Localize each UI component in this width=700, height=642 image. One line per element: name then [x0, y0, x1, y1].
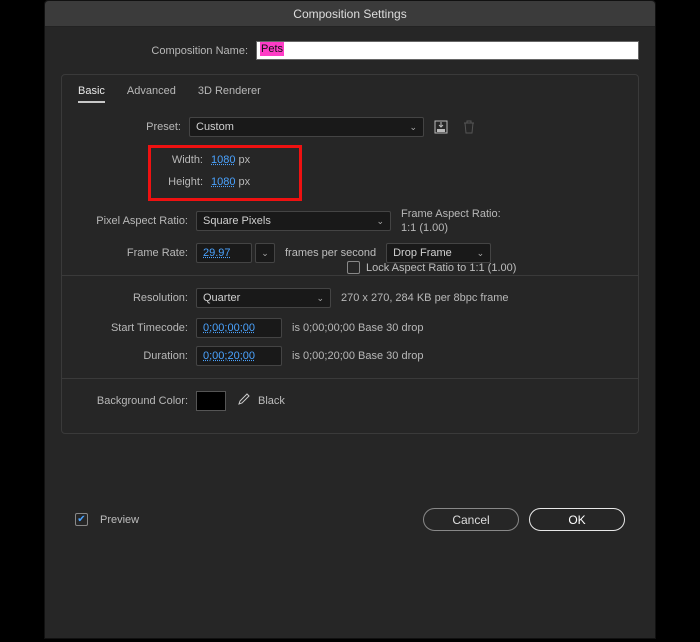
bg-color-swatch[interactable] [196, 391, 226, 411]
framerate-label: Frame Rate: [74, 247, 196, 259]
framerate-chevron[interactable]: ⌄ [255, 243, 275, 263]
composition-name-label: Composition Name: [61, 45, 256, 57]
chevron-down-icon: ⌄ [409, 122, 417, 133]
dimensions-highlight: Width: 1080 px Height: 1080 px [148, 145, 302, 201]
resolution-value: Quarter [203, 292, 240, 304]
height-input[interactable]: 1080 [211, 176, 235, 188]
width-unit: px [238, 154, 250, 166]
start-timecode-input[interactable]: 0;00;00;00 [196, 318, 282, 338]
dropframe-value: Drop Frame [393, 247, 452, 259]
lock-aspect-label: Lock Aspect Ratio to 1:1 (1.00) [366, 262, 516, 274]
cancel-button[interactable]: Cancel [423, 508, 519, 531]
divider [62, 275, 638, 276]
chevron-down-icon: ⌄ [477, 248, 485, 259]
checkmark-icon: ✔ [77, 514, 85, 525]
resolution-info: 270 x 270, 284 KB per 8bpc frame [341, 292, 509, 304]
composition-name-input[interactable]: Pets [256, 41, 639, 60]
titlebar: Composition Settings [45, 1, 655, 27]
divider [62, 378, 638, 379]
composition-settings-dialog: Composition Settings Composition Name: P… [44, 0, 656, 639]
preset-label: Preset: [74, 121, 189, 133]
tab-basic[interactable]: Basic [78, 85, 105, 103]
width-label: Width: [157, 154, 211, 166]
settings-panel: Basic Advanced 3D Renderer Preset: Custo… [61, 74, 639, 434]
preview-label: Preview [100, 514, 139, 526]
preview-checkbox[interactable]: ✔ [75, 513, 88, 526]
tab-3d-renderer[interactable]: 3D Renderer [198, 85, 261, 103]
chevron-down-icon: ⌄ [316, 293, 324, 304]
start-timecode-info: is 0;00;00;00 Base 30 drop [292, 322, 423, 334]
resolution-select[interactable]: Quarter ⌄ [196, 288, 331, 308]
preset-select[interactable]: Custom ⌄ [189, 117, 424, 137]
par-value: Square Pixels [203, 215, 271, 227]
composition-name-value: Pets [260, 42, 284, 56]
frame-aspect-info: Frame Aspect Ratio: 1:1 (1.00) [401, 207, 501, 235]
save-preset-button[interactable] [430, 117, 452, 137]
ok-button[interactable]: OK [529, 508, 625, 531]
par-label: Pixel Aspect Ratio: [74, 215, 196, 227]
framerate-input[interactable]: 29.97 [196, 243, 252, 263]
resolution-label: Resolution: [74, 292, 196, 304]
eyedropper-icon [236, 393, 250, 407]
delete-preset-button [458, 117, 480, 137]
width-input[interactable]: 1080 [211, 154, 235, 166]
tab-strip: Basic Advanced 3D Renderer [78, 85, 626, 103]
bg-color-label: Background Color: [74, 395, 196, 407]
dropframe-select[interactable]: Drop Frame ⌄ [386, 243, 491, 263]
preset-value: Custom [196, 121, 234, 133]
lock-aspect-row: Lock Aspect Ratio to 1:1 (1.00) [347, 261, 516, 274]
start-timecode-label: Start Timecode: [74, 322, 196, 334]
chevron-down-icon: ⌄ [376, 216, 384, 227]
fps-unit-label: frames per second [285, 247, 376, 259]
duration-label: Duration: [74, 350, 196, 362]
tab-advanced[interactable]: Advanced [127, 85, 176, 103]
duration-input[interactable]: 0;00;20;00 [196, 346, 282, 366]
height-unit: px [238, 176, 250, 188]
trash-icon [463, 120, 475, 134]
window-title: Composition Settings [293, 7, 406, 21]
bg-color-name: Black [258, 395, 285, 407]
height-label: Height: [157, 176, 211, 188]
duration-info: is 0;00;20;00 Base 30 drop [292, 350, 423, 362]
save-preset-icon [434, 120, 448, 134]
par-select[interactable]: Square Pixels ⌄ [196, 211, 391, 231]
eyedropper-button[interactable] [236, 393, 250, 410]
lock-aspect-checkbox[interactable] [347, 261, 360, 274]
